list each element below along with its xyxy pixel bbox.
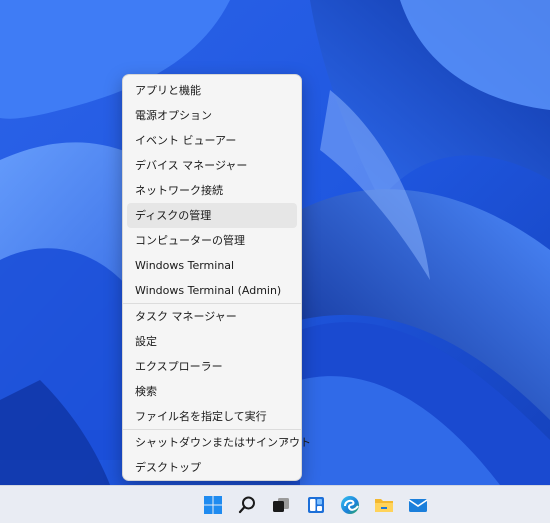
menu-item-file-explorer[interactable]: エクスプローラー	[127, 354, 297, 379]
menu-item-windows-terminal[interactable]: Windows Terminal	[127, 253, 297, 278]
desktop[interactable]: アプリと機能 電源オプション イベント ビューアー デバイス マネージャー ネッ…	[0, 0, 550, 523]
menu-item-power-options[interactable]: 電源オプション	[127, 103, 297, 128]
menu-item-windows-terminal-admin[interactable]: Windows Terminal (Admin)	[127, 278, 297, 303]
search-icon[interactable]	[233, 491, 261, 519]
chevron-right-icon: ›	[283, 435, 289, 450]
quick-link-menu: アプリと機能 電源オプション イベント ビューアー デバイス マネージャー ネッ…	[122, 74, 311, 481]
menu-item-apps-and-features[interactable]: アプリと機能	[127, 78, 297, 103]
widgets-icon[interactable]	[302, 491, 330, 519]
menu-item-desktop[interactable]: デスクトップ	[127, 455, 297, 480]
menu-item-device-manager[interactable]: デバイス マネージャー	[127, 153, 297, 178]
mail-icon[interactable]	[404, 491, 432, 519]
menu-item-computer-management[interactable]: コンピューターの管理	[127, 228, 297, 253]
menu-item-shutdown-or-sign-out[interactable]: シャットダウンまたはサインアウト ›	[127, 430, 311, 455]
menu-item-search[interactable]: 検索	[127, 379, 297, 404]
taskbar	[0, 485, 550, 523]
start-icon[interactable]	[199, 491, 227, 519]
task-view-icon[interactable]	[267, 491, 295, 519]
menu-item-run[interactable]: ファイル名を指定して実行	[127, 404, 297, 429]
menu-item-task-manager[interactable]: タスク マネージャー	[127, 304, 297, 329]
menu-item-event-viewer[interactable]: イベント ビューアー	[127, 128, 297, 153]
menu-item-settings[interactable]: 設定	[127, 329, 297, 354]
menu-item-disk-management[interactable]: ディスクの管理	[127, 203, 297, 228]
menu-item-network-connections[interactable]: ネットワーク接続	[127, 178, 297, 203]
edge-icon[interactable]	[336, 491, 364, 519]
file-explorer-icon[interactable]	[370, 491, 398, 519]
